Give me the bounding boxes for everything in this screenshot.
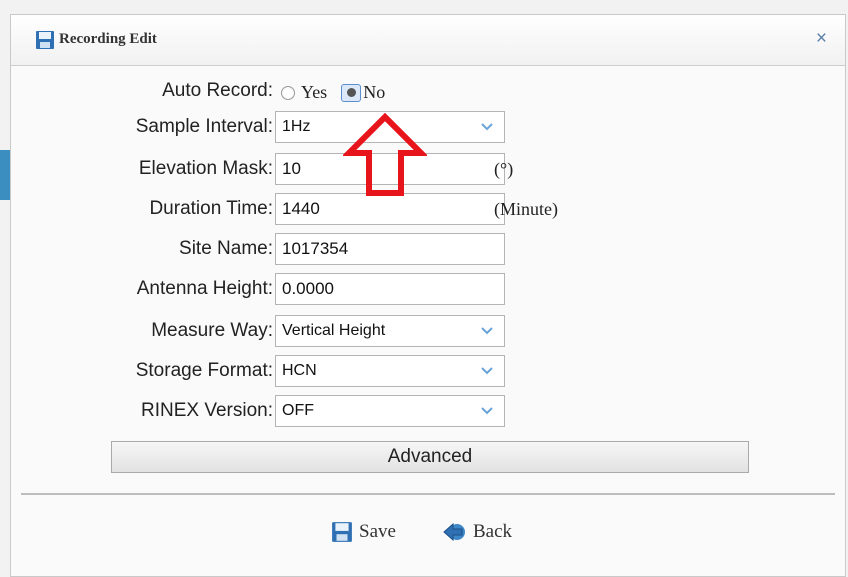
floppy-disk-icon <box>332 522 352 542</box>
sample-interval-row: Sample Interval: 1Hz <box>11 111 845 145</box>
advanced-button[interactable]: Advanced <box>111 441 749 473</box>
sample-interval-label: Sample Interval: <box>135 116 273 137</box>
dialog-title: Recording Edit <box>59 31 157 47</box>
dialog-titlebar: Recording Edit × <box>11 15 845 66</box>
site-name-input[interactable] <box>275 233 505 265</box>
storage-format-label: Storage Format: <box>135 360 273 381</box>
chevron-down-icon <box>481 327 493 335</box>
storage-format-row: Storage Format: HCN <box>11 355 845 389</box>
elevation-mask-unit: (°) <box>494 159 514 179</box>
sample-interval-value: 1Hz <box>282 118 311 135</box>
site-name-label: Site Name: <box>179 238 273 259</box>
site-name-row: Site Name: <box>11 233 845 267</box>
measure-way-label: Measure Way: <box>151 320 273 341</box>
rinex-version-select[interactable]: OFF <box>275 395 505 427</box>
duration-time-input[interactable] <box>275 193 505 225</box>
chevron-down-icon <box>481 123 493 131</box>
save-button[interactable]: Save <box>331 521 396 543</box>
duration-time-unit: (Minute) <box>494 199 558 219</box>
auto-record-row: Auto Record: Yes No <box>11 75 845 109</box>
elevation-mask-row: Elevation Mask: (°) <box>11 153 845 187</box>
annotation-up-arrow-icon <box>343 113 427 196</box>
background-panel-edge <box>0 150 10 200</box>
chevron-down-icon <box>481 407 493 415</box>
duration-time-label: Duration Time: <box>149 198 273 219</box>
footer-divider <box>21 493 835 495</box>
elevation-mask-label: Elevation Mask: <box>138 158 273 179</box>
radio-selected-dot <box>346 88 356 97</box>
auto-record-yes-radio[interactable] <box>281 85 295 100</box>
duration-time-row: Duration Time: (Minute) <box>11 193 845 227</box>
auto-record-no-radio[interactable] <box>341 83 362 102</box>
back-button[interactable]: Back <box>443 521 512 543</box>
recording-edit-dialog: Recording Edit × Auto Record: Yes No Sam… <box>10 14 846 577</box>
auto-record-no-label[interactable]: No <box>363 82 385 103</box>
close-icon[interactable]: × <box>816 29 827 49</box>
antenna-height-label: Antenna Height: <box>136 278 273 299</box>
save-label: Save <box>359 521 396 542</box>
storage-format-select[interactable]: HCN <box>275 355 505 387</box>
auto-record-label: Auto Record: <box>162 80 273 101</box>
measure-way-row: Measure Way: Vertical Height <box>11 315 845 349</box>
antenna-height-input[interactable] <box>275 273 505 305</box>
back-label: Back <box>473 521 513 542</box>
storage-format-value: HCN <box>282 362 317 379</box>
auto-record-yes-label[interactable]: Yes <box>301 82 327 103</box>
auto-record-radio-group: Yes No <box>281 82 399 103</box>
rinex-version-row: RINEX Version: OFF <box>11 395 845 429</box>
chevron-down-icon <box>481 367 493 375</box>
floppy-disk-icon <box>36 31 54 49</box>
rinex-version-label: RINEX Version: <box>141 400 273 421</box>
back-arrow-icon <box>443 522 465 542</box>
measure-way-select[interactable]: Vertical Height <box>275 315 505 347</box>
antenna-height-row: Antenna Height: <box>11 273 845 307</box>
rinex-version-value: OFF <box>282 402 314 419</box>
measure-way-value: Vertical Height <box>282 322 386 339</box>
